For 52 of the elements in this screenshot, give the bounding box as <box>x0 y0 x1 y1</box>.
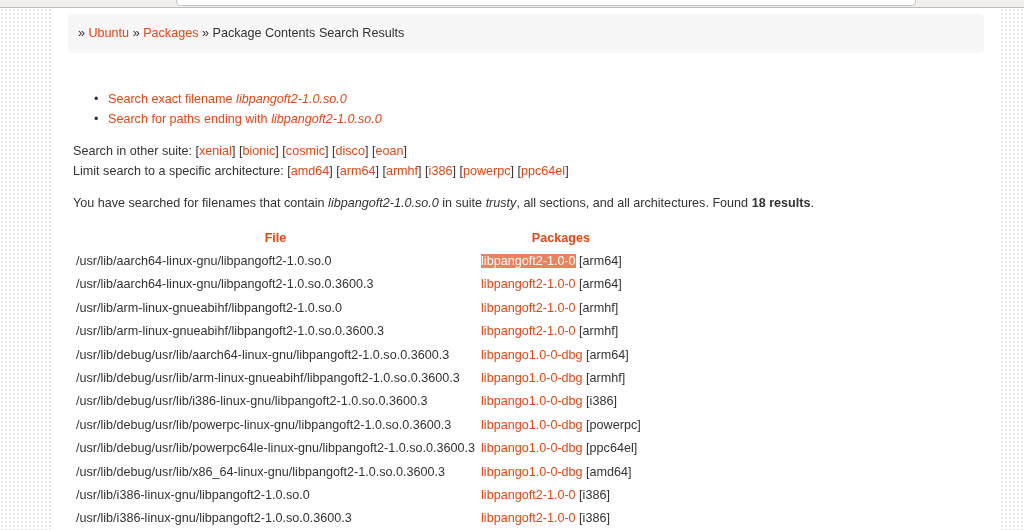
architecture-label: [arm64] <box>586 347 629 362</box>
column-header: File <box>263 229 288 247</box>
file-path: /usr/lib/aarch64-linux-gnu/libpangoft2-1.0.so.0.3600.3 <box>75 276 375 294</box>
package-link[interactable]: libpango1.0-0-dbg <box>481 417 583 432</box>
file-path: /usr/lib/debug/usr/lib/powerpc64le-linux-gnu/libpangoft2-1.0.so.0.3600.3 <box>75 440 477 458</box>
package-link[interactable]: libpangoft2-1.0-0 <box>481 277 576 292</box>
package-link[interactable]: libpangoft2-1.0-0 <box>481 487 576 502</box>
suite-link[interactable]: xenial <box>199 143 232 158</box>
file-path: /usr/lib/debug/usr/lib/x86_64-linux-gnu/libpangoft2-1.0.so.0.3600.3 <box>75 463 446 481</box>
breadcrumb-separator: » <box>201 26 209 40</box>
file-path: /usr/lib/debug/usr/lib/i386-linux-gnu/libpangoft2-1.0.so.0.3600.3 <box>75 393 429 411</box>
bullet: • <box>94 110 100 128</box>
architecture-label: [ppc64el] <box>586 441 638 456</box>
architecture-label: [i386] <box>586 394 617 409</box>
breadcrumb-link[interactable]: Packages <box>143 26 199 40</box>
column-header: Packages <box>530 229 591 247</box>
package-link[interactable]: libpangoft2-1.0-0 <box>481 254 576 269</box>
architecture-label: [arm64] <box>579 254 622 269</box>
search-link[interactable]: Search for paths ending with libpangoft2-1.0.so.0 <box>108 111 382 126</box>
suite-line: Search in other suite: [xenial] [bionic] [cosmic] [disco] [eoan] <box>72 142 408 160</box>
file-path: /usr/lib/aarch64-linux-gnu/libpangoft2-1.0.so.0 <box>75 253 333 271</box>
breadcrumb-separator: » <box>78 26 85 40</box>
file-path: /usr/lib/debug/usr/lib/powerpc-linux-gnu/libpangoft2-1.0.so.0.3600.3 <box>75 416 453 434</box>
breadcrumb-current: Package Contents Search Results <box>212 26 405 40</box>
architecture-label: [amd64] <box>586 464 632 479</box>
file-path: /usr/lib/i386-linux-gnu/libpangoft2-1.0.so.0 <box>75 486 311 504</box>
package-link[interactable]: libpango1.0-0-dbg <box>481 394 583 409</box>
architecture-label: [i386] <box>579 487 610 502</box>
file-path: /usr/lib/i386-linux-gnu/libpangoft2-1.0.so.0.3600.3 <box>75 510 353 528</box>
architecture-label: [arm64] <box>579 277 622 292</box>
architecture-line: Limit search to a specific architecture: [amd64] [arm64] [armhf] [i386] [powerpc] [ppc64el] <box>72 162 570 180</box>
file-path: /usr/lib/debug/usr/lib/aarch64-linux-gnu/libpangoft2-1.0.so.0.3600.3 <box>75 346 451 364</box>
architecture-label: [armhf] <box>579 324 619 339</box>
architecture-label: [armhf] <box>579 300 619 315</box>
breadcrumb-link[interactable]: Ubuntu <box>88 26 130 40</box>
package-link[interactable]: libpangoft2-1.0-0 <box>481 324 576 339</box>
file-path: /usr/lib/arm-linux-gnueabihf/libpangoft2-1.0.so.0 <box>75 299 344 317</box>
architecture-label: [i386] <box>579 511 610 526</box>
package-link[interactable]: libpango1.0-0-dbg <box>481 441 583 456</box>
package-link[interactable]: libpangoft2-1.0-0 <box>481 300 576 315</box>
package-link[interactable]: libpango1.0-0-dbg <box>481 464 583 479</box>
summary-text: You have searched for filenames that contain libpangoft2-1.0.so.0 in suite trusty, all sections, and all architectures. Found 18 results. <box>72 194 815 212</box>
search-link[interactable]: Search exact filename libpangoft2-1.0.so.0 <box>108 91 347 106</box>
breadcrumb-separator: » <box>132 26 140 40</box>
bullet: • <box>94 90 100 108</box>
file-path: /usr/lib/debug/usr/lib/arm-linux-gnueabihf/libpangoft2-1.0.so.0.3600.3 <box>75 370 461 387</box>
package-link[interactable]: libpangoft2-1.0-0 <box>481 511 576 526</box>
architecture-label: [powerpc] <box>586 417 641 432</box>
file-path: /usr/lib/arm-linux-gnueabihf/libpangoft2-1.0.so.0.3600.3 <box>75 323 386 341</box>
architecture-label: [armhf] <box>586 371 626 385</box>
package-link[interactable]: libpango1.0-0-dbg <box>481 371 583 385</box>
package-link[interactable]: libpango1.0-0-dbg <box>481 347 583 362</box>
